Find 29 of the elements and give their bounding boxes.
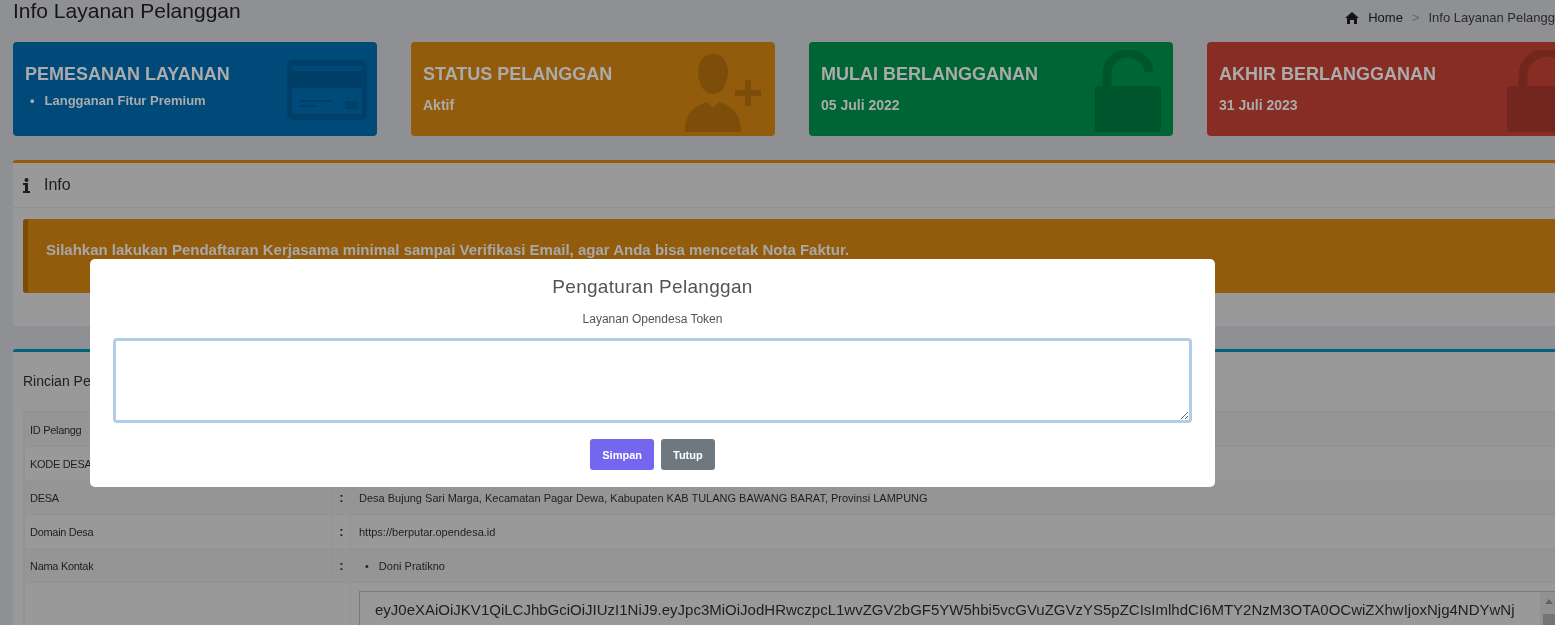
breadcrumb-current: Info Layanan Pelangg [1428, 10, 1555, 25]
card-title: AKHIR BERLANGGANAN [1219, 64, 1437, 85]
bullet: • [365, 558, 369, 574]
info-icon [23, 177, 30, 193]
row-label: Domain Desa [24, 514, 332, 548]
card-item: Langganan Fitur Premium [44, 93, 206, 109]
card-value: Aktif [423, 97, 456, 113]
page-title: Info Layanan Pelanggan [13, 0, 241, 24]
panel-title: Rincian Pe [23, 373, 91, 389]
row-label: Nama Kontak [24, 548, 332, 582]
token-input-field[interactable] [113, 338, 1192, 423]
save-button[interactable]: Simpan [590, 439, 654, 470]
panel-title: Info [44, 176, 71, 194]
contact-name: Doni Pratikno [378, 558, 445, 574]
card-value: 05 Juli 2022 [821, 97, 901, 113]
bullet: • [30, 93, 35, 109]
row-separator: : [332, 548, 350, 582]
card-title: MULAI BERLANGGANAN [821, 64, 1039, 85]
breadcrumb-link[interactable]: Home [1368, 10, 1403, 25]
home-icon [1345, 11, 1360, 24]
card-value: 31 Juli 2023 [1219, 97, 1299, 113]
breadcrumb-separator: > [1411, 10, 1420, 25]
token-field[interactable]: eyJ0eXAiOiJKV1QiLCJhbGciOiJIUzI1NiJ9.eyJpc3MiOiJodHRwczpcL1wvZGV2bGF5YW5hbi5vcGVuZGVzYS5pZCIsImlhdCI6MTY2NzM3OTA0OCwiZXhwIjoxNjg4NDYwNj [359, 591, 1555, 625]
close-button[interactable]: Tutup [661, 439, 715, 470]
card-title: STATUS PELANGGAN [423, 64, 614, 85]
card-title: PEMESANAN LAYANAN [25, 64, 231, 85]
row-value: https://berputar.opendesa.id [350, 514, 1555, 548]
row-separator: : [332, 514, 350, 548]
dialog-subtitle: Layanan Opendesa Token [582, 312, 723, 326]
